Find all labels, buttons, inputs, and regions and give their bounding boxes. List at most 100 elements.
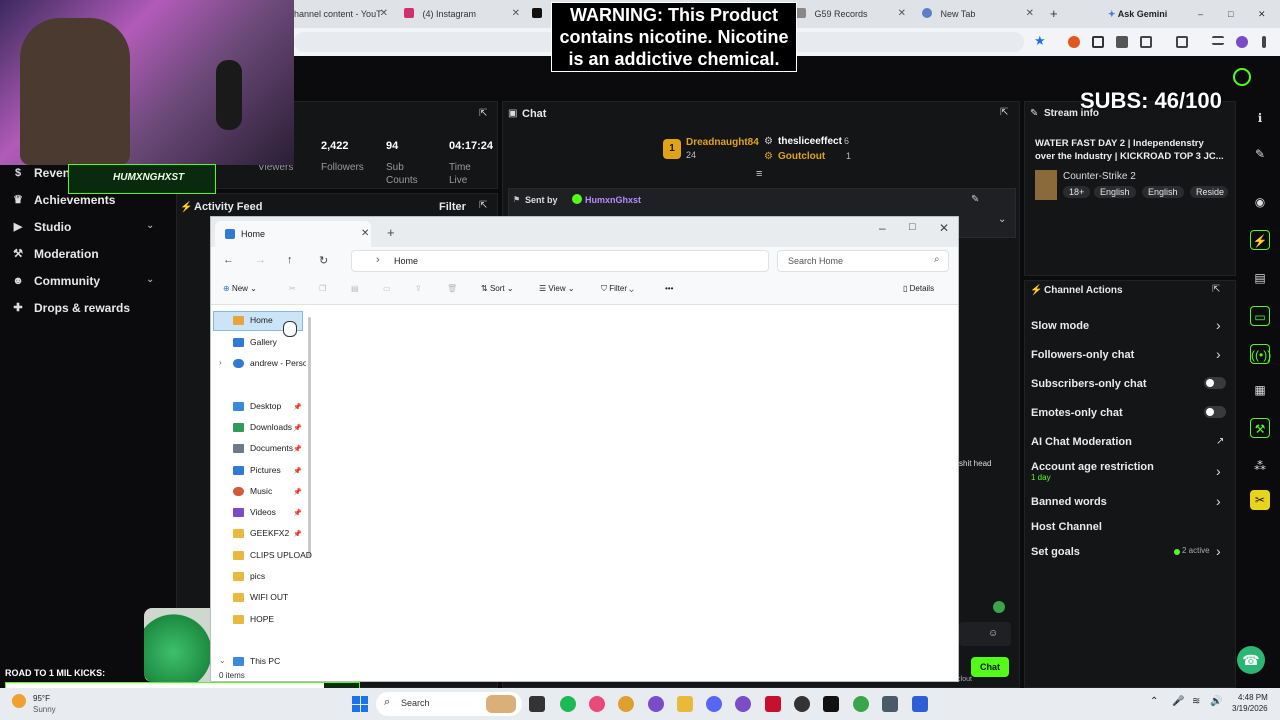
action-slow-mode[interactable]: Slow mode bbox=[1031, 320, 1089, 332]
forward-arrow-icon[interactable]: → bbox=[255, 254, 266, 266]
popout-icon[interactable]: ⇱ bbox=[1212, 284, 1220, 295]
sort-button[interactable]: ⇅ Sort ⌄ bbox=[481, 284, 514, 293]
nav-item-gallery[interactable]: Gallery bbox=[233, 337, 277, 347]
view-button[interactable]: ☰ View ⌄ bbox=[539, 284, 575, 293]
discord-icon[interactable] bbox=[706, 696, 722, 712]
action-banned-words[interactable]: Banned words bbox=[1031, 496, 1107, 508]
info-icon[interactable]: ℹ bbox=[1250, 108, 1270, 128]
activity-filter-button[interactable]: Filter bbox=[439, 201, 466, 213]
record-icon[interactable]: ◉ bbox=[1250, 192, 1270, 212]
chevron-down-icon[interactable]: ⌄ bbox=[146, 274, 154, 285]
spotify-icon[interactable] bbox=[560, 696, 576, 712]
nav-item-music[interactable]: Music bbox=[233, 486, 272, 496]
minimize-window-button[interactable]: – bbox=[879, 221, 886, 235]
filter-button[interactable]: ⛉ Filter ⌄ bbox=[601, 284, 634, 294]
paste-icon[interactable]: ▤ bbox=[351, 284, 359, 293]
nav-item-clips-upload[interactable]: CLIPS UPLOAD bbox=[233, 550, 312, 560]
popout-icon[interactable]: ⇱ bbox=[479, 108, 487, 119]
app-icon[interactable] bbox=[735, 696, 751, 712]
pencil-icon[interactable]: ✎ bbox=[1250, 144, 1270, 164]
chevron-down-icon[interactable]: ⌄ bbox=[146, 220, 154, 231]
action-subscribers-only[interactable]: Subscribers-only chat bbox=[1031, 378, 1147, 390]
app-icon[interactable] bbox=[882, 696, 898, 712]
chevron-down-icon[interactable]: ⌄ bbox=[219, 656, 226, 665]
new-button[interactable]: ⊕ New ⌄ bbox=[223, 284, 257, 293]
menu-icon[interactable] bbox=[1212, 36, 1224, 45]
chat-bubble-icon[interactable]: ▭ bbox=[1250, 306, 1270, 326]
nav-item-wifi-out[interactable]: WIFI OUT bbox=[233, 592, 288, 602]
microphone-icon[interactable]: 🎤 bbox=[1172, 696, 1184, 707]
chevron-right-icon[interactable]: › bbox=[1216, 317, 1221, 333]
app-icon[interactable] bbox=[648, 696, 664, 712]
hammer-icon[interactable]: ⚒ bbox=[1250, 418, 1270, 438]
explorer-content-pane[interactable] bbox=[315, 307, 955, 671]
chat-input[interactable] bbox=[959, 622, 1011, 646]
top-chatter-name[interactable]: Dreadnaught84 bbox=[686, 137, 759, 148]
top-chatter-name[interactable]: Goutclout bbox=[778, 151, 825, 162]
sidebar-item-moderation[interactable]: ⚒ Moderation bbox=[12, 247, 99, 261]
new-tab-button[interactable]: + bbox=[387, 225, 395, 240]
lightning-icon[interactable]: ⚡ bbox=[1250, 230, 1270, 250]
sidebar-item-studio[interactable]: ▶ Studio bbox=[12, 220, 72, 234]
new-tab-button[interactable]: + bbox=[1050, 4, 1062, 24]
sidebar-item-achievements[interactable]: ♛ Achievements bbox=[12, 193, 115, 207]
chrome-icon[interactable] bbox=[618, 696, 634, 712]
nav-item-downloads[interactable]: Downloads bbox=[233, 422, 292, 432]
chevron-up-icon[interactable]: ⌃ bbox=[1150, 696, 1158, 707]
sidebar-item-community[interactable]: ☻ Community bbox=[12, 274, 100, 288]
extension-icon[interactable] bbox=[1092, 36, 1104, 48]
explorer-tab-home[interactable]: Home ✕ bbox=[215, 221, 371, 247]
address-field[interactable]: › Home bbox=[351, 250, 769, 272]
chevron-right-icon[interactable]: › bbox=[1216, 543, 1221, 559]
pinned-user[interactable]: HumxnGhxst bbox=[585, 195, 641, 205]
chevron-right-icon[interactable]: › bbox=[1216, 493, 1221, 509]
layout-icon[interactable]: ▦ bbox=[1250, 380, 1270, 400]
weather-icon[interactable] bbox=[12, 694, 26, 708]
file-explorer-icon[interactable] bbox=[677, 696, 693, 712]
nav-item-videos[interactable]: Videos bbox=[233, 507, 276, 517]
subscribers-only-toggle[interactable] bbox=[1204, 377, 1226, 389]
rename-icon[interactable]: ▭ bbox=[383, 284, 391, 293]
minimize-window-button[interactable]: – bbox=[1198, 4, 1210, 24]
browser-tab-instagram[interactable]: (4) Instagram ✕ bbox=[404, 4, 522, 24]
browser-tab-newtab[interactable]: New Tab ✕ bbox=[922, 4, 1040, 24]
close-window-button[interactable]: ✕ bbox=[1258, 4, 1270, 24]
share-icon[interactable]: ⇪ bbox=[415, 284, 422, 293]
nav-item-documents[interactable]: Documents bbox=[233, 443, 293, 453]
extension-icon[interactable] bbox=[1116, 36, 1128, 48]
close-icon[interactable]: ✕ bbox=[380, 4, 388, 24]
browser-tab-tiktok[interactable] bbox=[532, 4, 548, 24]
up-arrow-icon[interactable]: ↑ bbox=[287, 254, 293, 266]
category-name[interactable]: Counter-Strike 2 bbox=[1063, 171, 1136, 182]
close-icon[interactable]: ✕ bbox=[1026, 4, 1034, 24]
nav-item-pics[interactable]: pics bbox=[233, 571, 265, 581]
app-icon[interactable] bbox=[912, 696, 928, 712]
nav-item-desktop[interactable]: Desktop bbox=[233, 401, 281, 411]
profile-icon[interactable] bbox=[1236, 36, 1248, 48]
browser-tab-youtube[interactable]: hannel content - YouT ✕ bbox=[294, 4, 390, 24]
sidebar-item-revenue[interactable]: $ Reven bbox=[12, 166, 70, 180]
weather-temp[interactable]: 95°F bbox=[33, 694, 50, 703]
close-icon[interactable]: ✕ bbox=[361, 221, 369, 247]
back-arrow-icon[interactable]: ← bbox=[223, 254, 234, 266]
details-button[interactable]: ▯ Details bbox=[903, 284, 934, 293]
obs-icon[interactable] bbox=[794, 696, 810, 712]
nav-item-home[interactable]: Home bbox=[233, 315, 273, 325]
popout-icon[interactable]: ⇱ bbox=[1000, 107, 1008, 118]
refresh-icon[interactable]: ↻ bbox=[319, 254, 328, 267]
copy-icon[interactable]: ❐ bbox=[319, 284, 326, 293]
external-link-icon[interactable]: ↗ bbox=[1216, 436, 1224, 447]
breadcrumb-home[interactable]: Home bbox=[394, 256, 418, 266]
close-window-button[interactable]: ✕ bbox=[939, 221, 949, 235]
task-view-icon[interactable] bbox=[529, 696, 545, 712]
action-account-age[interactable]: Account age restriction bbox=[1031, 461, 1154, 473]
sidebar-item-drops[interactable]: ✚ Drops & rewards bbox=[12, 301, 130, 315]
nav-item-pictures[interactable]: Pictures bbox=[233, 465, 281, 475]
browser-tab-g59[interactable]: G59 Records ✕ bbox=[796, 4, 908, 24]
action-host-channel[interactable]: Host Channel bbox=[1031, 521, 1102, 533]
more-vertical-icon[interactable] bbox=[1262, 36, 1266, 48]
terminal-icon[interactable] bbox=[823, 696, 839, 712]
support-chat-icon[interactable]: ☎ bbox=[1237, 646, 1265, 674]
itunes-icon[interactable] bbox=[589, 696, 605, 712]
start-button[interactable] bbox=[352, 696, 368, 712]
